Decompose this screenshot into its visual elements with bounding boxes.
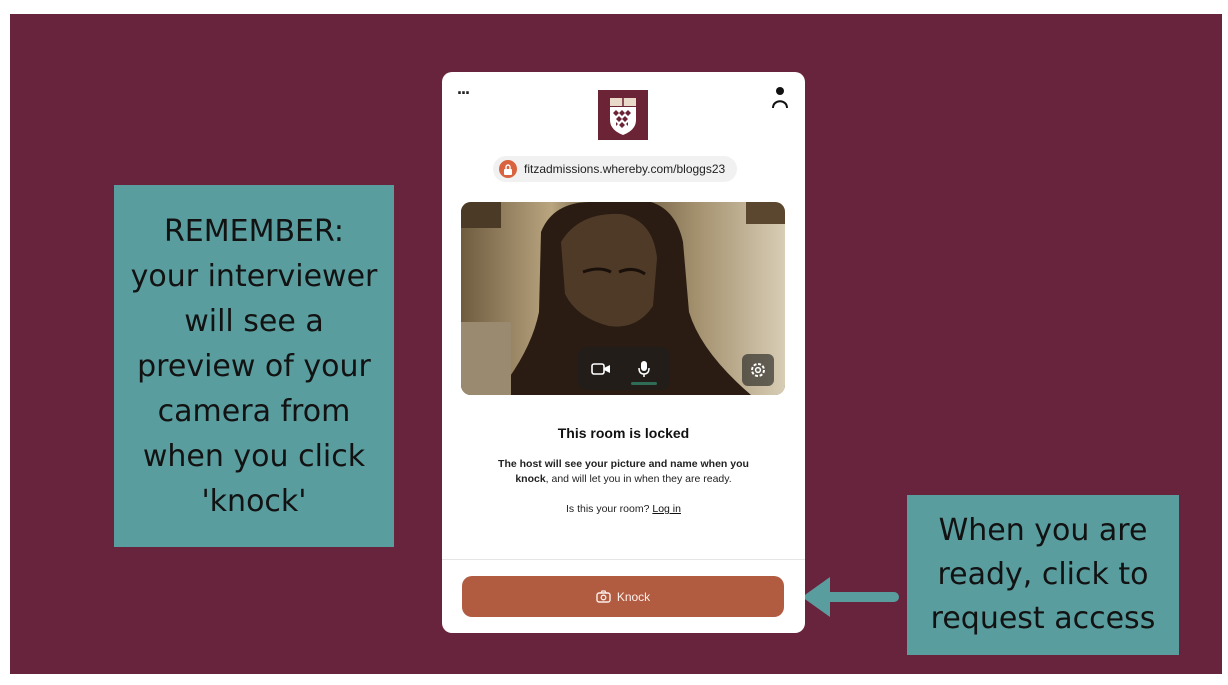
- mic-level-indicator: [631, 382, 657, 385]
- media-controls: [578, 347, 670, 390]
- lock-icon: [499, 160, 517, 178]
- more-dots-icon[interactable]: ...: [457, 78, 470, 99]
- room-url-text: fitzadmissions.whereby.com/bloggs23: [524, 162, 726, 176]
- camera-preview: [461, 202, 785, 395]
- settings-gear-icon[interactable]: [742, 354, 774, 386]
- knock-button[interactable]: Knock: [462, 576, 784, 617]
- microphone-icon[interactable]: [631, 356, 657, 382]
- person-icon[interactable]: [771, 86, 789, 110]
- knock-label: Knock: [616, 589, 651, 604]
- slide-background: REMEMBER: your interviewer will see a pr…: [10, 14, 1222, 674]
- camera-icon[interactable]: [588, 356, 614, 382]
- arrow-icon: [802, 577, 899, 617]
- room-url-pill: fitzadmissions.whereby.com/bloggs23: [493, 156, 738, 182]
- room-locked-title: This room is locked: [557, 425, 690, 441]
- divider: [442, 559, 805, 560]
- instruction-note: When you are ready, click to request acc…: [907, 495, 1179, 655]
- reminder-note: REMEMBER: your interviewer will see a pr…: [114, 185, 394, 547]
- room-locked-description: The host will see your picture and name …: [498, 458, 749, 485]
- room-owner-question: Is this your room? Log in: [566, 503, 681, 515]
- college-crest-logo: [598, 90, 648, 140]
- whereby-knock-card: ... fitzadmissions.whereby.com/bloggs23: [442, 72, 805, 633]
- knock-camera-icon: [596, 590, 611, 603]
- login-link[interactable]: Log in: [652, 503, 681, 515]
